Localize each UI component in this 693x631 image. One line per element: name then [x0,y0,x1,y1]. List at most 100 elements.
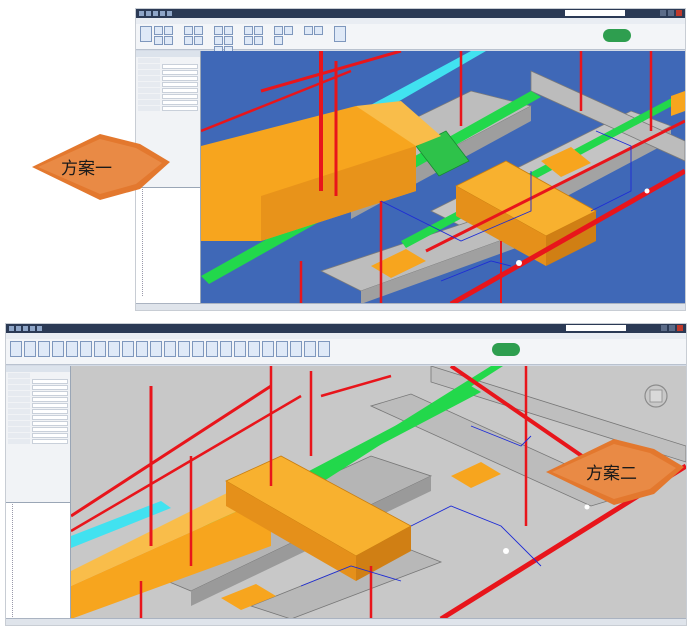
maximize-button[interactable] [669,325,675,331]
browser-node[interactable] [12,545,70,551]
array-button[interactable] [244,36,253,45]
save-icon[interactable] [153,11,158,16]
copy-button[interactable] [154,36,163,45]
minimize-button[interactable] [661,325,667,331]
browser-node[interactable] [142,278,200,284]
redo-icon[interactable] [37,326,42,331]
browser-node[interactable] [142,230,200,236]
flex-pipe-button[interactable] [178,341,190,357]
split-face-button[interactable] [184,36,193,45]
maximize-button[interactable] [668,10,674,16]
duct-button[interactable] [24,341,36,357]
browser-node[interactable] [12,599,70,605]
browser-node[interactable] [12,611,70,617]
browser-node[interactable] [142,200,200,206]
browser-node[interactable] [12,605,70,611]
minimize-button[interactable] [660,10,666,16]
browser-node[interactable] [142,272,200,278]
search-input[interactable] [566,325,626,331]
property-row[interactable] [138,94,198,99]
device-button[interactable] [276,341,288,357]
browser-node[interactable] [12,575,70,581]
lighting-fixture-button[interactable] [290,341,302,357]
cut-button[interactable] [164,26,173,35]
unpin-button[interactable] [284,26,293,35]
conduit-button[interactable] [248,341,260,357]
mirror-button[interactable] [214,36,223,45]
app-menu-icon[interactable] [9,326,14,331]
property-row[interactable] [138,82,198,87]
close-button[interactable] [676,10,682,16]
sprinkler-button[interactable] [206,341,218,357]
browser-node[interactable] [12,503,70,509]
property-row[interactable] [8,397,68,402]
cloud-status-badge[interactable] [603,29,631,42]
property-row[interactable] [8,385,68,390]
browser-node[interactable] [142,206,200,212]
paint-button[interactable] [194,36,203,45]
move-button[interactable] [224,36,233,45]
cable-tray-button[interactable] [234,341,246,357]
browser-node[interactable] [12,569,70,575]
browser-node[interactable] [12,509,70,515]
redo-icon[interactable] [167,11,172,16]
property-row[interactable] [8,439,68,444]
save-icon[interactable] [23,326,28,331]
property-row[interactable] [8,409,68,414]
browser-node[interactable] [12,533,70,539]
split-button[interactable] [254,26,263,35]
browser-node[interactable] [12,563,70,569]
paste-button[interactable] [154,26,163,35]
browser-node[interactable] [12,521,70,527]
pipe-accessory-button[interactable] [164,341,176,357]
align-button[interactable] [214,26,223,35]
pipe-button[interactable] [136,341,148,357]
browser-node[interactable] [12,515,70,521]
browser-node[interactable] [142,242,200,248]
open-icon[interactable] [16,326,21,331]
quick-access-toolbar[interactable] [6,326,42,331]
create-button[interactable] [334,26,346,42]
wire-button[interactable] [220,341,232,357]
electrical-equipment-button[interactable] [262,341,274,357]
browser-node[interactable] [142,236,200,242]
type-selector[interactable] [138,58,198,63]
property-row[interactable] [138,88,198,93]
open-icon[interactable] [146,11,151,16]
cut-geometry-button[interactable] [194,26,203,35]
property-row[interactable] [8,421,68,426]
property-row[interactable] [8,433,68,438]
browser-node[interactable] [12,581,70,587]
close-button[interactable] [677,325,683,331]
plumbing-fixture-button[interactable] [192,341,204,357]
flex-duct-button[interactable] [94,341,106,357]
convert-button[interactable] [52,341,64,357]
cloud-status-badge[interactable] [492,343,520,356]
browser-node[interactable] [142,254,200,260]
trim-button[interactable] [244,26,253,35]
browser-node[interactable] [12,587,70,593]
browser-node[interactable] [142,248,200,254]
match-button[interactable] [164,36,173,45]
browser-node[interactable] [142,260,200,266]
property-row[interactable] [8,427,68,432]
scale-button[interactable] [254,36,263,45]
modify-tool-button[interactable] [140,26,152,42]
join-button[interactable] [184,26,193,35]
property-row[interactable] [138,64,198,69]
fabrication-button[interactable] [122,341,134,357]
type-selector[interactable] [8,373,68,378]
browser-node[interactable] [12,593,70,599]
modify-tool-button[interactable] [10,341,22,357]
undo-icon[interactable] [30,326,35,331]
browser-node[interactable] [142,224,200,230]
property-row[interactable] [138,70,198,75]
air-terminal-button[interactable] [108,341,120,357]
browser-node[interactable] [142,290,200,296]
mechanical-equipment-button[interactable] [318,341,330,357]
browser-node[interactable] [142,284,200,290]
pipe-fitting-button[interactable] [150,341,162,357]
quick-access-toolbar[interactable] [136,11,172,16]
property-row[interactable] [8,403,68,408]
app-menu-icon[interactable] [139,11,144,16]
